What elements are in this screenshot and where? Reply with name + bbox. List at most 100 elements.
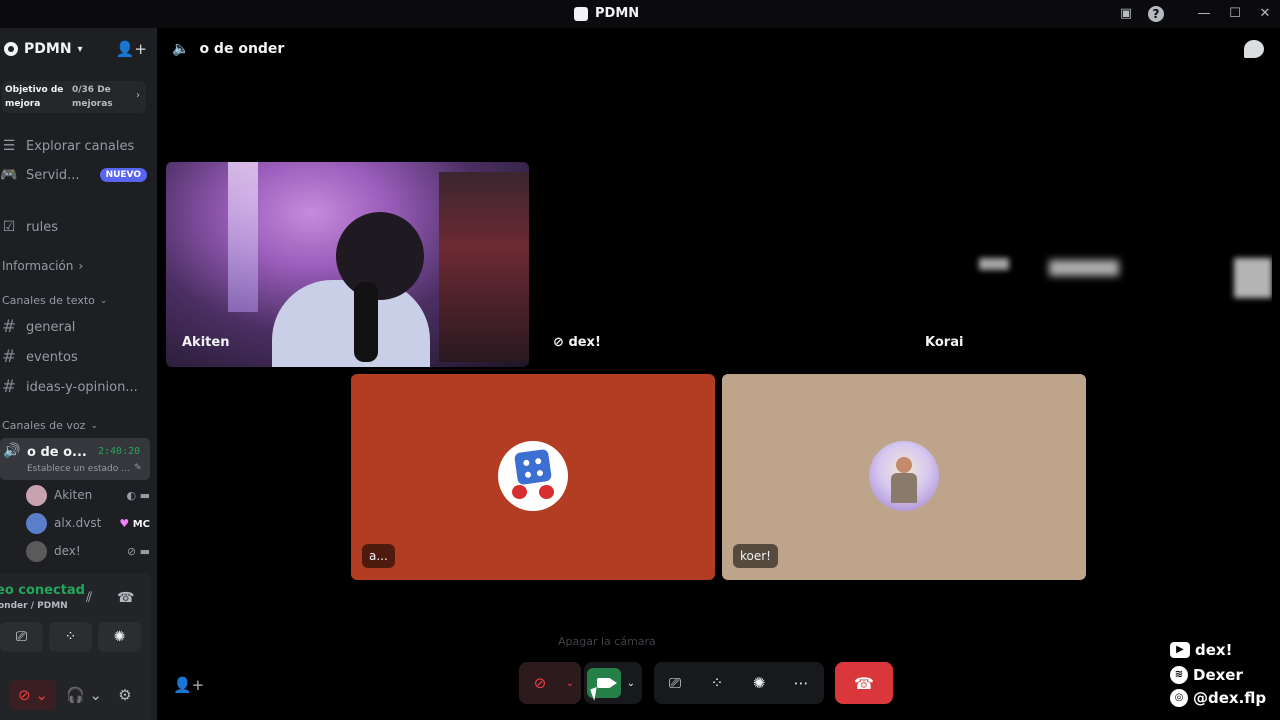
hang-up-icon: ☎ — [854, 673, 874, 693]
member-tag: ♥ MC — [119, 517, 150, 530]
app-logo-icon — [574, 6, 588, 21]
channel-ideas[interactable]: # ideas-y-opinion... — [0, 375, 138, 399]
rules-icon: ☑ — [2, 219, 16, 235]
instagram-handle-text: @dex.flp — [1193, 689, 1267, 707]
video-feed — [354, 282, 378, 362]
call-header: 🔈 o de onder — [172, 41, 284, 57]
video-feed — [228, 162, 258, 312]
video-tile-akiten[interactable]: Akiten — [166, 162, 529, 367]
server-header[interactable]: PDMN ▾ 👤+ — [0, 28, 157, 72]
call-area: 🔈 o de onder Akiten ⊘ dex! Korai a... ko… — [157, 28, 1280, 720]
share-screen-button[interactable]: ⎚ — [0, 622, 43, 652]
share-screen-icon[interactable]: ⎚ — [654, 662, 696, 704]
participant-tile-a[interactable]: a... — [351, 374, 715, 580]
video-feed — [979, 258, 1009, 270]
video-tile-dex[interactable]: ⊘ dex! — [537, 162, 900, 367]
boost-progress: 0/36 De mejoras — [72, 85, 113, 109]
speaker-icon: 🔈 — [172, 41, 190, 57]
member-name: alx.dvst — [54, 516, 102, 530]
channel-eventos[interactable]: # eventos — [0, 345, 78, 369]
active-voice-channel[interactable]: 🔊 o de o... 2:40:20 Establece un estado … — [0, 438, 150, 480]
chevron-right-icon: › — [78, 259, 84, 273]
mute-button[interactable]: ⊘ ⌄ — [10, 680, 56, 710]
server-name[interactable]: PDMN ▾ — [4, 41, 83, 57]
chevron-down-icon[interactable]: ⌄ — [621, 662, 641, 704]
video-feed — [272, 280, 430, 367]
more-options-icon[interactable]: ⋯ — [780, 662, 822, 704]
call-channel-title: o de onder — [199, 41, 285, 57]
soundboard-icon[interactable]: ✺ — [738, 662, 780, 704]
category-info[interactable]: Información › — [2, 259, 83, 273]
chevron-down-icon: ⌄ — [99, 295, 108, 306]
hash-icon: # — [1, 347, 17, 367]
chevron-down-icon: ▾ — [77, 43, 83, 55]
category-info-label: Información — [2, 259, 74, 273]
video-feed — [1234, 258, 1272, 298]
explore-channels-item[interactable]: ☰ Explorar canales — [0, 134, 135, 158]
user-settings-icon[interactable]: ⚙ — [113, 680, 137, 710]
muted-mic-icon: ⊘ — [553, 335, 564, 350]
speaker-icon: 🔊 — [3, 443, 21, 459]
window-title: PDMN — [574, 6, 639, 21]
category-text-channels[interactable]: Canales de texto ⌄ — [2, 294, 107, 307]
headphones-icon[interactable]: 🎧 ⌄ — [64, 680, 104, 710]
mute-control[interactable]: ⊘ ⌄ — [519, 662, 581, 704]
chat-icon[interactable] — [1244, 40, 1264, 58]
voice-member[interactable]: alx.dvst ♥ MC — [26, 511, 150, 535]
activities-icon[interactable]: ⁘ — [696, 662, 738, 704]
end-call-button[interactable]: ☎ — [835, 662, 893, 704]
voice-connected-panel: eo conectad onder / PDMN ⫽ ☎ ⎚ ⁘ ✺ ⊘ ⌄ 🎧… — [0, 573, 150, 720]
gamepad-icon: 🎮 — [0, 167, 18, 183]
activities-button[interactable]: ⁘ — [49, 622, 92, 652]
add-person-icon[interactable]: 👤+ — [173, 676, 204, 694]
avatar — [26, 512, 47, 534]
window-title-text: PDMN — [595, 6, 640, 21]
muted-mic-icon[interactable]: ⊘ — [519, 662, 561, 704]
noise-suppression-icon[interactable]: ⫽ — [86, 590, 92, 606]
member-tag-text: MC — [132, 518, 150, 530]
edit-icon[interactable]: ✎ — [134, 463, 142, 473]
participant-name: Akiten — [182, 335, 230, 350]
title-bar: PDMN ▣ ? — ☐ ✕ — [0, 0, 1280, 28]
inbox-icon[interactable]: ▣ — [1117, 5, 1135, 23]
participant-name: a... — [362, 544, 395, 568]
connection-status: eo conectad — [0, 583, 85, 598]
video-tile-korai[interactable]: Korai — [909, 162, 1272, 367]
video-feed — [1049, 260, 1119, 276]
participant-tile-koer[interactable]: koer! — [722, 374, 1086, 580]
explore-channels-label: Explorar canales — [26, 138, 135, 154]
member-name: Akiten — [54, 488, 93, 502]
servers-item[interactable]: 🎮 Servid... NUEVO — [0, 163, 148, 187]
rules-channel[interactable]: ☑ rules — [0, 215, 58, 239]
spotify-handle: ≋ Dexer — [1170, 666, 1243, 684]
participant-name: ⊘ dex! — [553, 335, 601, 350]
help-icon[interactable]: ? — [1148, 6, 1164, 22]
avatar — [498, 441, 568, 511]
disconnect-icon[interactable]: ☎ — [117, 590, 134, 606]
voice-member[interactable]: Akiten ◐ ▬ — [26, 483, 150, 507]
soundboard-button[interactable]: ✺ — [98, 622, 141, 652]
channel-label: ideas-y-opinion... — [26, 379, 138, 395]
boost-goal-banner[interactable]: Objetivo de mejora 0/36 De mejoras › — [2, 81, 146, 113]
dice-avatar-icon — [513, 448, 553, 486]
new-badge: NUEVO — [99, 168, 148, 182]
category-voice-channels[interactable]: Canales de voz ⌄ — [2, 419, 98, 432]
category-text-label: Canales de texto — [2, 294, 95, 307]
close-button[interactable]: ✕ — [1256, 5, 1274, 23]
minimize-button[interactable]: — — [1195, 5, 1213, 23]
hash-icon: # — [1, 317, 17, 337]
chevron-down-icon: ⌄ — [90, 420, 98, 431]
channel-status-text[interactable]: Establece un estado ... — [27, 464, 130, 474]
camera-tooltip: Apagar la cámara — [558, 635, 656, 648]
hash-icon: # — [1, 377, 17, 397]
video-feed — [336, 212, 424, 300]
maximize-button[interactable]: ☐ — [1226, 5, 1244, 23]
action-controls: ⎚ ⁘ ✺ ⋯ — [654, 662, 824, 704]
chevron-down-icon[interactable]: ⌄ — [561, 662, 579, 704]
invite-people-icon[interactable]: 👤+ — [116, 40, 147, 58]
spotify-icon: ≋ — [1170, 666, 1188, 684]
voice-member[interactable]: dex! ⊘ ▬ — [26, 539, 150, 563]
connection-location[interactable]: onder / PDMN — [0, 601, 68, 611]
channel-label: eventos — [26, 349, 78, 365]
channel-general[interactable]: # general — [0, 315, 76, 339]
